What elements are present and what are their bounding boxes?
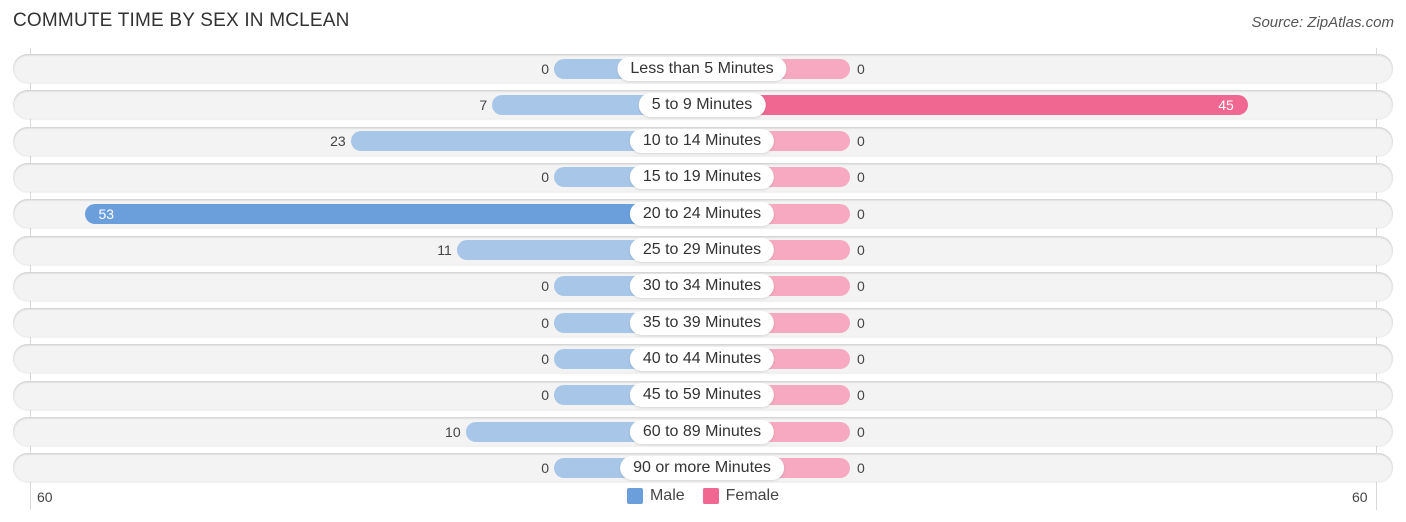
category-label: 20 to 24 Minutes: [629, 201, 775, 226]
value-label-female: 0: [857, 423, 865, 440]
category-label: Less than 5 Minutes: [617, 56, 787, 81]
legend-label-female: Female: [725, 487, 780, 504]
value-label-male: 0: [541, 169, 549, 186]
category-label: 90 or more Minutes: [620, 455, 784, 480]
value-label-male: 7: [479, 96, 488, 113]
legend-label-male: Male: [649, 487, 685, 504]
legend: Male Female: [0, 487, 1406, 505]
source-label: Source: ZipAtlas.com: [1251, 14, 1394, 31]
value-label-male: 0: [541, 278, 549, 295]
legend-item-male[interactable]: Male: [626, 487, 685, 505]
category-label: 45 to 59 Minutes: [629, 383, 775, 408]
value-label-male: 0: [541, 350, 549, 367]
legend-swatch-female: [702, 488, 719, 504]
value-label-female: 0: [857, 350, 865, 367]
value-label-female: 0: [857, 60, 865, 77]
legend-swatch-male: [626, 488, 643, 504]
category-label: 60 to 89 Minutes: [629, 419, 775, 444]
value-label-female: 0: [857, 205, 865, 222]
category-label: 15 to 19 Minutes: [629, 165, 775, 190]
value-label-male: 23: [330, 133, 346, 150]
value-label-male: 53: [98, 205, 115, 222]
value-label-female: 0: [857, 242, 865, 258]
bar-male[interactable]: [85, 203, 702, 224]
category-label: 30 to 34 Minutes: [629, 274, 775, 299]
category-label: 5 to 9 Minutes: [638, 92, 766, 117]
value-label-female: 0: [857, 169, 865, 186]
legend-item-female[interactable]: Female: [702, 487, 780, 505]
value-label-male: 10: [445, 423, 461, 440]
value-label-male: 0: [541, 314, 549, 331]
bar-female[interactable]: [702, 94, 1248, 115]
value-label-male: 0: [541, 459, 549, 476]
value-label-female: 0: [857, 314, 865, 331]
chart-title: COMMUTE TIME BY SEX IN MCLEAN: [13, 10, 350, 31]
value-label-female: 0: [857, 459, 865, 476]
value-label-male: 11: [437, 242, 452, 258]
value-label-female: 45: [1218, 96, 1234, 113]
value-label-female: 0: [857, 278, 865, 295]
value-label-female: 0: [857, 133, 865, 150]
value-label-male: 0: [541, 387, 549, 404]
value-label-female: 0: [857, 387, 865, 404]
category-label: 40 to 44 Minutes: [629, 346, 775, 371]
category-label: 10 to 14 Minutes: [629, 129, 775, 154]
category-label: 35 to 39 Minutes: [629, 310, 775, 335]
value-label-male: 0: [541, 60, 549, 77]
category-label: 25 to 29 Minutes: [629, 238, 775, 262]
